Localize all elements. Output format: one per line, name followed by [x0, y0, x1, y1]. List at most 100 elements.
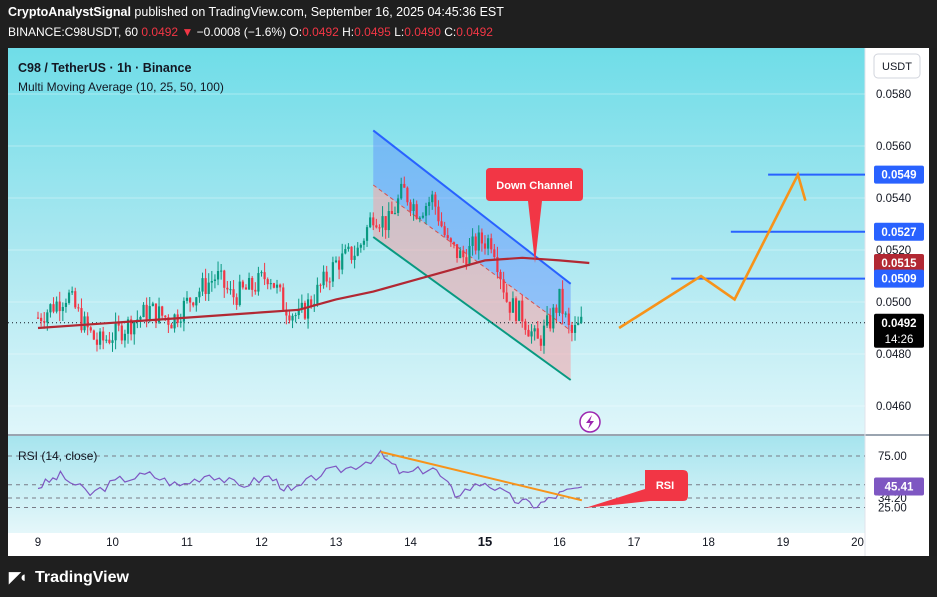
price-badge[interactable]: 0.0509: [874, 269, 924, 288]
candle-body: [350, 246, 353, 260]
candle-body: [210, 281, 213, 283]
candle-body: [198, 291, 201, 298]
countdown-label: 14:26: [885, 334, 914, 346]
candle-body: [102, 331, 105, 341]
candle-body: [108, 339, 111, 343]
candle-body: [381, 216, 384, 228]
legend-indicator[interactable]: Multi Moving Average (10, 25, 50, 100): [18, 80, 224, 94]
candle-body: [71, 291, 74, 293]
price-badge[interactable]: 0.0515: [874, 254, 924, 272]
candle-body: [145, 304, 148, 321]
candle-body: [133, 322, 136, 335]
candle-body: [179, 321, 182, 323]
bearish-candle[interactable]: [303, 300, 307, 321]
candle-body: [189, 297, 192, 303]
candle-body: [229, 289, 232, 291]
candle-body: [322, 271, 325, 286]
author-name[interactable]: CryptoAnalystSignal: [8, 5, 131, 19]
chart-header: CryptoAnalystSignal published on Trading…: [0, 0, 937, 48]
candle-body: [387, 211, 390, 231]
candle-body: [207, 282, 210, 294]
candle-body: [170, 324, 173, 329]
candle-body: [80, 308, 83, 331]
candle-body: [561, 288, 564, 314]
candle-body: [40, 317, 43, 322]
candle-body: [518, 300, 521, 321]
legend-title[interactable]: C98 / TetherUS · 1h · Binance: [18, 61, 191, 75]
candle-body: [490, 238, 493, 250]
bearish-candle[interactable]: [272, 282, 276, 289]
close-label: C:: [444, 25, 457, 39]
candle-body: [455, 244, 459, 258]
candle-body: [403, 183, 406, 188]
symbol-name[interactable]: BINANCE:C98USDT, 60: [8, 25, 138, 39]
time-tick-label: 18: [702, 537, 715, 549]
candle-body: [288, 315, 291, 321]
time-tick-label: 19: [777, 537, 790, 549]
candle-body: [120, 325, 123, 341]
candle-body: [77, 307, 80, 309]
candle-body: [325, 271, 328, 282]
candle-body: [111, 340, 114, 343]
bullish-candle[interactable]: [552, 304, 555, 333]
price-badge[interactable]: 0.0549: [874, 165, 924, 184]
candle-body: [524, 321, 527, 330]
candle-body: [499, 272, 502, 280]
bearish-candle[interactable]: [514, 296, 518, 324]
candle-body: [359, 244, 362, 248]
candle-body: [92, 330, 95, 340]
candle-body: [406, 187, 409, 203]
candle-body: [369, 217, 372, 228]
candle-body: [468, 245, 471, 266]
price-badge-label: 0.0515: [881, 258, 917, 270]
bullish-candle[interactable]: [558, 288, 561, 317]
candle-body: [483, 243, 487, 249]
candle-body: [161, 306, 164, 316]
open-label: O:: [289, 25, 303, 39]
candle-body: [266, 279, 269, 285]
candle-body: [123, 333, 127, 341]
candle-body: [260, 272, 263, 274]
candle-body: [95, 339, 99, 345]
price-badge[interactable]: 0.0527: [874, 222, 924, 241]
price-tick-label: 0.0500: [876, 297, 911, 309]
candle-body: [459, 250, 462, 258]
time-tick-label: 15: [478, 534, 492, 549]
tradingview-brand[interactable]: ◤◖ TradingView: [9, 568, 129, 587]
price-tick-label: 0.0560: [876, 141, 911, 153]
candle-body: [316, 284, 319, 304]
candle-body: [567, 313, 570, 325]
candle-body: [440, 221, 443, 227]
candle-body: [409, 202, 412, 211]
candle-body: [431, 194, 434, 203]
time-tick-label: 14: [404, 537, 417, 549]
time-tick-label: 20: [851, 537, 864, 549]
bearish-candle[interactable]: [92, 329, 95, 341]
bullish-candle[interactable]: [518, 300, 521, 322]
chart-svg[interactable]: 0.05800.05600.05400.05200.05000.04800.04…: [8, 48, 929, 556]
rsi-legend[interactable]: RSI (14, close): [18, 449, 97, 463]
candle-body: [421, 215, 425, 218]
price-badge[interactable]: 0.0492 14:26: [874, 313, 924, 348]
candle-body: [98, 331, 102, 345]
candle-body: [487, 238, 490, 249]
price-tick-label: 0.0460: [876, 401, 911, 413]
candle-body: [257, 273, 260, 292]
candle-body: [477, 232, 480, 251]
high-value: 0.0495: [354, 25, 391, 39]
price-badge-label: 0.0509: [881, 274, 916, 286]
candle-body: [446, 235, 449, 239]
time-tick-label: 17: [628, 537, 641, 549]
candle-body: [573, 324, 577, 333]
candle-body: [226, 287, 229, 290]
low-label: L:: [394, 25, 405, 39]
rsi-badge[interactable]: 45.41: [874, 477, 924, 496]
candle-body: [272, 283, 276, 288]
candle-body: [570, 324, 574, 333]
time-tick-label: 10: [106, 537, 119, 549]
candle-body: [338, 260, 341, 270]
candle-body: [549, 315, 552, 329]
chart-area[interactable]: 0.0580 0.0560 0.0540 0.0520 0.0500 0.0480 0.04…: [8, 48, 929, 556]
rsi-tick-label: 25.00: [878, 503, 907, 515]
candle-body: [269, 283, 272, 285]
